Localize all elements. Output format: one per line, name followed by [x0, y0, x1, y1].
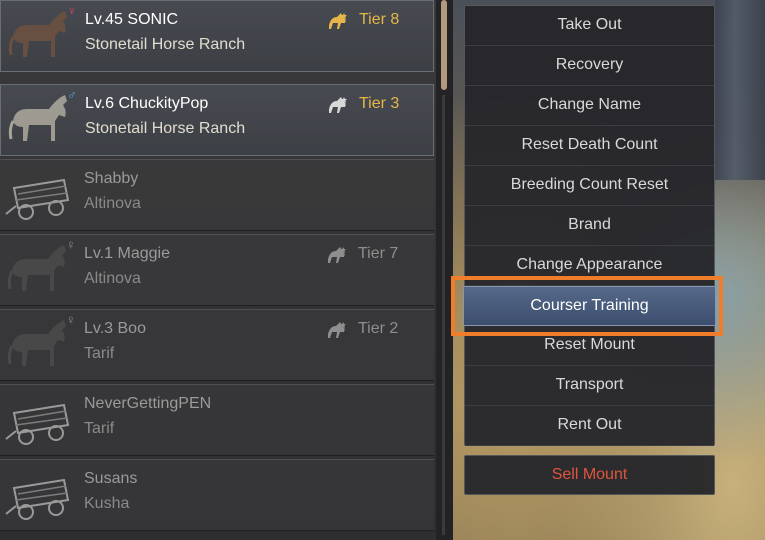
mount-row[interactable]: NeverGettingPEN Tarif — [0, 384, 434, 456]
mount-location: Tarif — [84, 345, 115, 362]
scrollbar-thumb[interactable] — [441, 0, 447, 90]
mount-row[interactable]: Susans Kusha — [0, 459, 434, 531]
tier-horse-icon — [327, 11, 349, 31]
gender-icon: ♀ — [66, 312, 76, 327]
mount-row[interactable]: Shabby Altinova — [0, 159, 434, 231]
menu-item-change-name[interactable]: Change Name — [465, 86, 714, 126]
mount-name: Lv.6 ChuckityPop — [85, 95, 209, 112]
background-drapery — [715, 0, 765, 180]
menu-item-rent-out[interactable]: Rent Out — [465, 406, 714, 446]
mount-row[interactable]: ♂ Lv.6 ChuckityPop Stonetail Horse Ranch Ti… — [0, 84, 434, 156]
wagon-icon — [4, 391, 76, 449]
mount-name: Lv.45 SONIC — [85, 11, 179, 28]
menu-item-recovery[interactable]: Recovery — [465, 46, 714, 86]
menu-item-reset-death-count[interactable]: Reset Death Count — [465, 126, 714, 166]
mount-row[interactable]: ♀ Lv.1 Maggie Altinova Tier 7 — [0, 234, 434, 306]
menu-item-take-out[interactable]: Take Out — [465, 6, 714, 46]
menu-item-brand[interactable]: Brand — [465, 206, 714, 246]
mount-location: Kusha — [84, 495, 130, 512]
scrollbar-rail — [442, 95, 445, 535]
tier-horse-icon — [327, 95, 349, 115]
mount-location: Tarif — [84, 420, 115, 437]
tier-horse-icon — [326, 320, 348, 340]
mount-name: NeverGettingPEN — [84, 395, 212, 412]
wagon-icon — [4, 166, 76, 224]
mount-name: Lv.1 Maggie — [84, 245, 170, 262]
tier-horse-icon — [326, 245, 348, 265]
mount-tier: Tier 7 — [358, 245, 399, 262]
mount-tier: Tier 2 — [358, 320, 399, 337]
mount-context-menu: Take Out Recovery Change Name Reset Death C… — [463, 5, 716, 446]
mount-tier: Tier 8 — [359, 11, 400, 28]
menu-item-breeding-count-reset[interactable]: Breeding Count Reset — [465, 166, 714, 206]
mount-location: Altinova — [84, 270, 141, 287]
mount-row[interactable]: ♀ Lv.45 SONIC Stonetail Horse Ranch Tier 8 — [0, 0, 434, 72]
mount-tier: Tier 3 — [359, 95, 400, 112]
sell-mount-button[interactable]: Sell Mount — [464, 455, 715, 495]
gender-icon: ♀ — [66, 237, 76, 252]
gender-icon: ♂ — [67, 87, 77, 102]
gender-icon: ♀ — [67, 3, 77, 18]
mount-name: Lv.3 Boo — [84, 320, 146, 337]
mount-location: Altinova — [84, 195, 141, 212]
mount-location: Stonetail Horse Ranch — [85, 120, 246, 137]
wagon-icon — [4, 466, 76, 524]
mount-name: Susans — [84, 470, 138, 487]
stable-mount-list: ♀ Lv.45 SONIC Stonetail Horse Ranch Tier 8 ♂… — [0, 0, 436, 540]
mount-name: Shabby — [84, 170, 139, 187]
mount-row[interactable]: ♀ Lv.3 Boo Tarif Tier 2 — [0, 309, 434, 381]
highlight-annotation-box — [451, 276, 723, 336]
mount-location: Stonetail Horse Ranch — [85, 36, 246, 53]
menu-item-transport[interactable]: Transport — [465, 366, 714, 406]
